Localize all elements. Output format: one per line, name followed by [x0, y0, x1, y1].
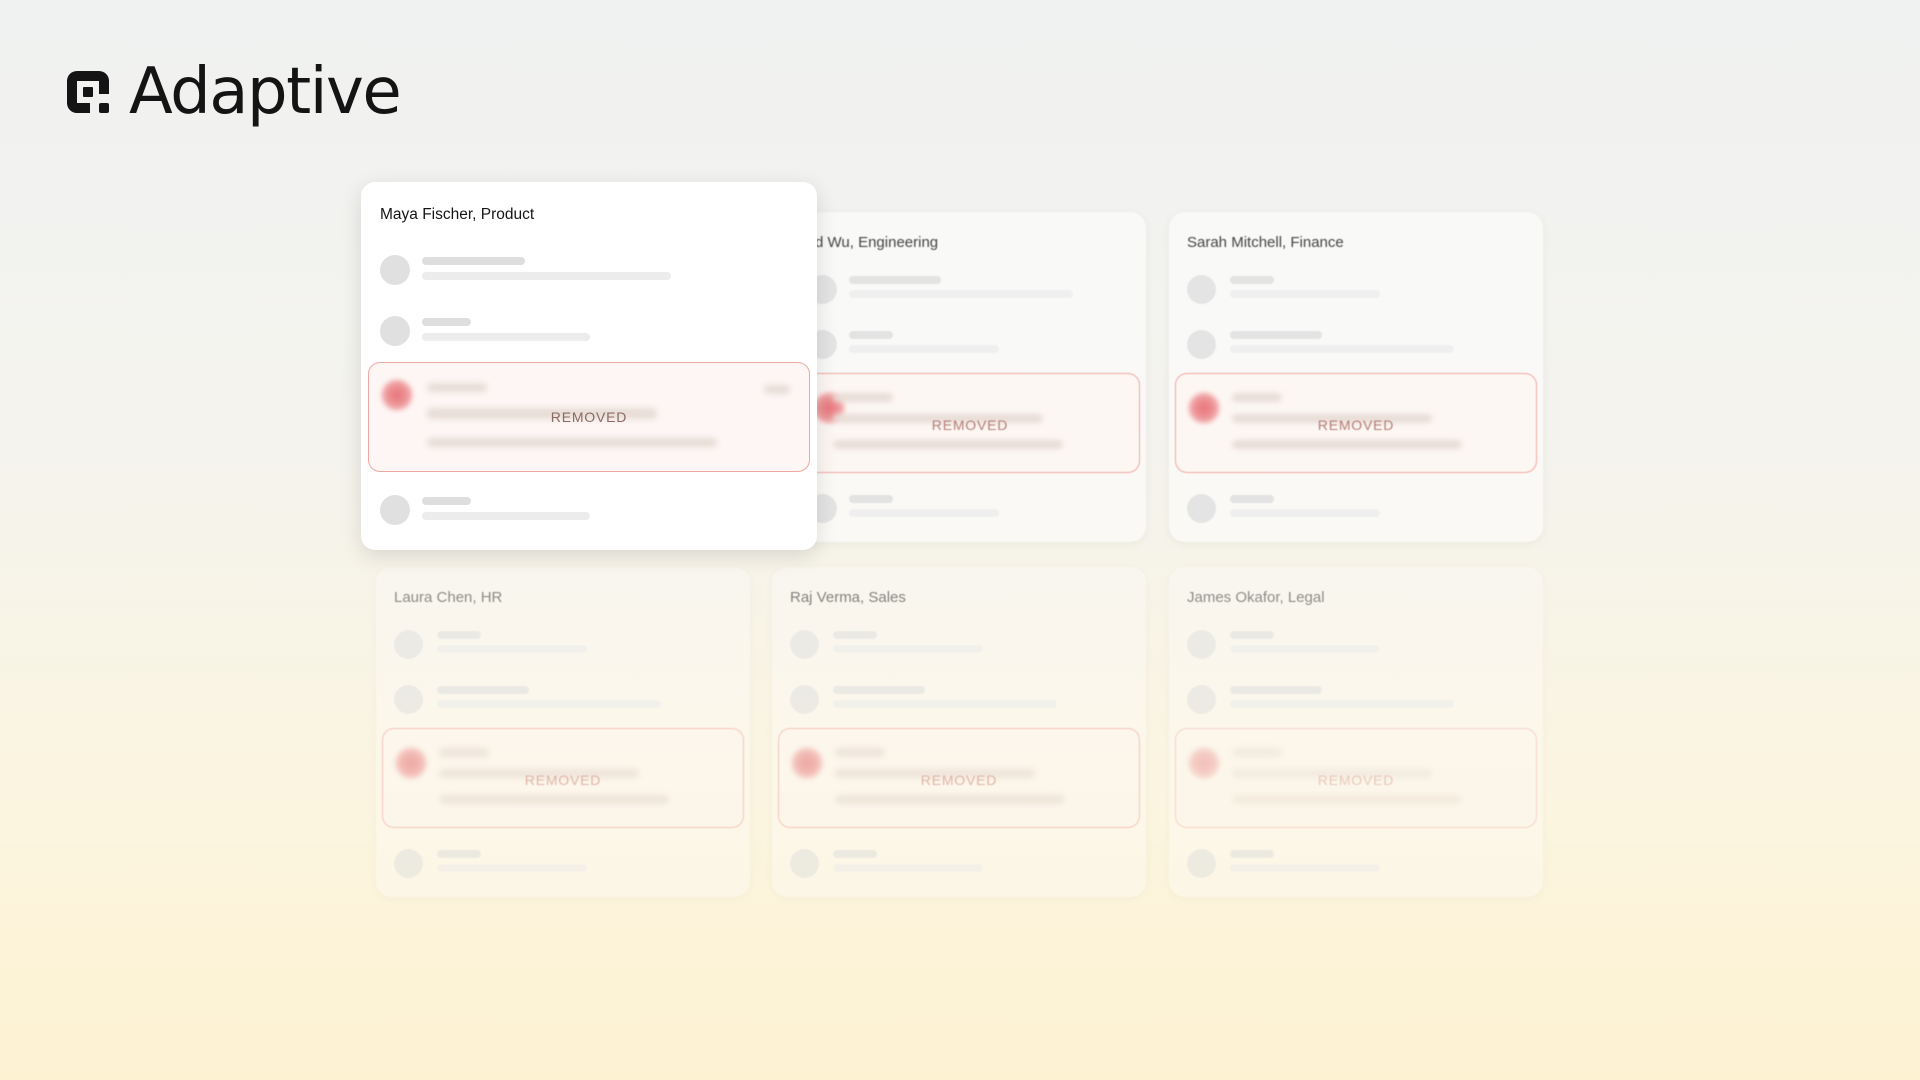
- removed-label: REMOVED: [931, 417, 1009, 433]
- removed-label: REMOVED: [920, 772, 998, 788]
- avatar: [1187, 630, 1216, 659]
- card-title: James Okafor, Legal: [1187, 589, 1325, 606]
- list-item: [380, 316, 799, 350]
- employee-card-finance[interactable]: Sarah Mitchell, Finance REMOVED: [1169, 212, 1543, 542]
- avatar: [394, 630, 423, 659]
- avatar: [1187, 275, 1216, 304]
- list-item: [1187, 494, 1525, 528]
- list-item: [380, 495, 799, 529]
- avatar: [790, 849, 819, 878]
- card-title: Sarah Mitchell, Finance: [1187, 234, 1344, 251]
- avatar: [1187, 849, 1216, 878]
- card-title: Maya Fischer, Product: [380, 206, 535, 223]
- avatar: [790, 685, 819, 714]
- alert-dot-icon: [381, 379, 413, 411]
- avatar: [380, 255, 410, 285]
- list-item: [394, 685, 732, 719]
- card-title: Raj Verma, Sales: [790, 589, 906, 606]
- removed-label: REMOVED: [550, 409, 628, 425]
- card-title: d Wu, Engineering: [815, 234, 939, 251]
- avatar: [380, 495, 410, 525]
- list-item: [1187, 330, 1525, 364]
- adaptive-logo-icon: [63, 67, 113, 117]
- brand-name: Adaptive: [129, 55, 402, 129]
- avatar: [380, 316, 410, 346]
- list-item: [790, 630, 1128, 664]
- employee-card-product[interactable]: Maya Fischer, Product REMOVED: [361, 182, 817, 550]
- employee-card-legal[interactable]: James Okafor, Legal REMOVED: [1169, 567, 1543, 897]
- removed-label: REMOVED: [1317, 417, 1395, 433]
- list-item: [1187, 849, 1525, 883]
- list-item: [1187, 685, 1525, 719]
- card-title: Laura Chen, HR: [394, 589, 503, 606]
- avatar: [790, 630, 819, 659]
- list-item: [394, 630, 732, 664]
- list-item: [790, 849, 1128, 883]
- removed-item: REMOVED: [778, 728, 1140, 828]
- list-item: [808, 494, 1128, 528]
- list-item: [808, 275, 1128, 309]
- avatar: [1187, 685, 1216, 714]
- brand: Adaptive: [63, 55, 402, 129]
- list-item: [1187, 630, 1525, 664]
- removed-item: REMOVED: [368, 362, 810, 472]
- removed-item: REMOVED: [800, 373, 1140, 473]
- removed-item: REMOVED: [1175, 373, 1537, 473]
- list-item: [790, 685, 1128, 719]
- avatar: [394, 685, 423, 714]
- list-item: [1187, 275, 1525, 309]
- list-item: [380, 255, 799, 289]
- employee-card-sales[interactable]: Raj Verma, Sales REMOVED: [772, 567, 1146, 897]
- list-item: [394, 849, 732, 883]
- removed-item: REMOVED: [1175, 728, 1537, 828]
- list-item: [808, 330, 1128, 364]
- avatar: [1187, 494, 1216, 523]
- removed-item: REMOVED: [382, 728, 744, 828]
- employee-card-engineering[interactable]: d Wu, Engineering REMOVED: [790, 212, 1146, 542]
- avatar: [394, 849, 423, 878]
- removed-label: REMOVED: [524, 772, 602, 788]
- employee-card-hr[interactable]: Laura Chen, HR REMOVED: [376, 567, 750, 897]
- removed-label: REMOVED: [1317, 772, 1395, 788]
- avatar: [1187, 330, 1216, 359]
